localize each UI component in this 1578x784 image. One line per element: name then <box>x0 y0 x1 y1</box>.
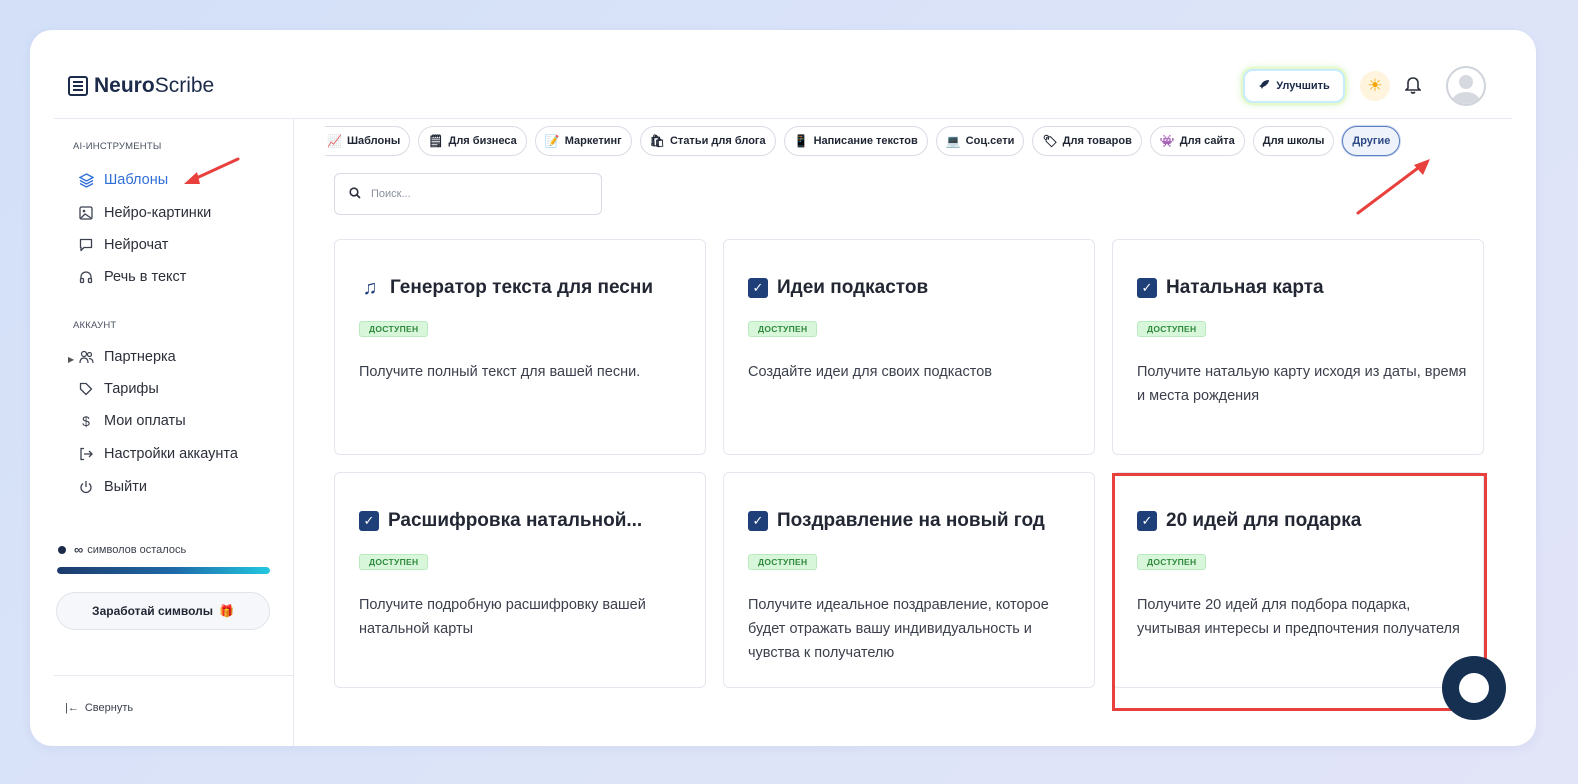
tab-social[interactable]: 💻 Соц.сети <box>935 126 1025 156</box>
earn-symbols-button[interactable]: Заработай символы 🎁 <box>56 592 270 630</box>
collapse-arrow-icon: |← <box>65 702 79 714</box>
annotation-arrow-tab <box>1356 159 1430 215</box>
template-card-new-year-greeting[interactable]: ✓ Поздравление на новый год ДОСТУПЕН Пол… <box>723 472 1095 688</box>
checkbox-icon: ✓ <box>359 511 379 531</box>
sidebar-section-ai: AI-ИНСТРУМЕНТЫ <box>73 141 162 152</box>
tab-templates[interactable]: 📈 Шаблоны <box>325 126 411 156</box>
tab-marketing[interactable]: 📝 Маркетинг <box>534 126 632 156</box>
sidebar-divider <box>293 119 294 746</box>
sidebar-item-payments[interactable]: $ Мои оплаты <box>78 413 186 429</box>
sidebar-item-logout[interactable]: Выйти <box>78 479 147 495</box>
status-badge: ДОСТУПЕН <box>1137 554 1207 570</box>
bell-icon[interactable] <box>1402 74 1424 98</box>
layers-icon <box>78 172 94 188</box>
tab-products[interactable]: 🏷 Для товаров <box>1032 126 1142 156</box>
category-tabs: 📈 Шаблоны 🗒 Для бизнеса 📝 Маркетинг 🛍 Статьи… <box>325 126 1401 156</box>
collapse-sidebar-button[interactable]: |← Свернуть <box>65 702 133 714</box>
symbols-progress-fill <box>57 567 270 574</box>
rocket-icon <box>1258 79 1270 94</box>
sidebar-item-speech-to-text[interactable]: Речь в текст <box>78 269 186 285</box>
tab-blog-articles[interactable]: 🛍 Статьи для блога <box>639 126 776 156</box>
power-icon <box>78 479 94 495</box>
chat-icon <box>78 237 94 253</box>
app-window: NeuroScribe Улучшить ☀ AI-ИНСТРУМЕНТЫ Ша… <box>30 30 1536 746</box>
status-dot <box>58 545 66 554</box>
annotation-arrow-sidebar <box>184 157 240 184</box>
template-card-gift-ideas[interactable]: ✓ 20 идей для подарка ДОСТУПЕН Получите … <box>1112 472 1484 688</box>
status-badge: ДОСТУПЕН <box>359 554 429 570</box>
upgrade-button[interactable]: Улучшить <box>1243 69 1345 103</box>
chat-support-button[interactable] <box>1442 656 1506 720</box>
gift-icon: 🎁 <box>219 604 234 618</box>
header-divider <box>54 118 1512 119</box>
status-badge: ДОСТУПЕН <box>748 554 818 570</box>
sidebar-item-partner[interactable]: Партнерка <box>78 349 176 365</box>
theme-toggle-sun-icon[interactable]: ☀ <box>1360 71 1390 101</box>
logo[interactable]: NeuroScribe <box>68 74 214 98</box>
template-card-podcast-ideas[interactable]: ✓ Идеи подкастов ДОСТУПЕН Создайте идеи … <box>723 239 1095 455</box>
tab-school[interactable]: Для школы <box>1252 126 1335 156</box>
tab-website[interactable]: 👾 Для сайта <box>1149 126 1245 156</box>
template-card-song-lyrics[interactable]: ♫ Генератор текста для песни ДОСТУПЕН По… <box>334 239 706 455</box>
search-icon <box>349 186 361 202</box>
template-card-natal-chart[interactable]: ✓ Натальная карта ДОСТУПЕН Получите ната… <box>1112 239 1484 455</box>
checkbox-icon: ✓ <box>748 511 768 531</box>
status-badge: ДОСТУПЕН <box>359 321 429 337</box>
search-input[interactable]: Поиск... <box>334 173 602 215</box>
symbols-progress-bar <box>57 567 270 574</box>
status-badge: ДОСТУПЕН <box>748 321 818 337</box>
tab-copywriting[interactable]: 📱 Написание текстов <box>783 126 928 156</box>
symbols-remaining: ∞ символов осталось <box>58 542 186 557</box>
template-card-natal-decoding[interactable]: ✓ Расшифровка натальной... ДОСТУПЕН Полу… <box>334 472 706 688</box>
music-note-icon: ♫ <box>362 276 378 299</box>
status-badge: ДОСТУПЕН <box>1137 321 1207 337</box>
tab-other[interactable]: Другие <box>1342 126 1401 156</box>
logo-icon <box>68 76 88 96</box>
expand-caret-icon[interactable]: ▶ <box>68 355 74 364</box>
checkbox-icon: ✓ <box>1137 511 1157 531</box>
checkbox-icon: ✓ <box>748 278 768 298</box>
sidebar-item-templates[interactable]: Шаблоны <box>78 172 168 188</box>
sidebar-section-account: АККАУНТ <box>73 320 117 331</box>
sidebar-bottom-divider <box>54 675 293 676</box>
sidebar-item-neurochat[interactable]: Нейрочат <box>78 237 168 253</box>
headphones-icon <box>78 269 94 285</box>
logout-arrow-icon <box>78 446 94 462</box>
sidebar-item-neuro-images[interactable]: Нейро-картинки <box>78 205 211 221</box>
sidebar-item-tariffs[interactable]: Тарифы <box>78 381 159 397</box>
sidebar-item-account-settings[interactable]: Настройки аккаунта <box>78 446 238 462</box>
avatar[interactable] <box>1446 66 1486 106</box>
image-icon <box>78 205 94 221</box>
checkbox-icon: ✓ <box>1137 278 1157 298</box>
tag-icon <box>78 381 94 397</box>
dollar-icon: $ <box>82 413 90 429</box>
users-icon <box>78 349 94 365</box>
tab-business[interactable]: 🗒 Для бизнеса <box>418 126 527 156</box>
